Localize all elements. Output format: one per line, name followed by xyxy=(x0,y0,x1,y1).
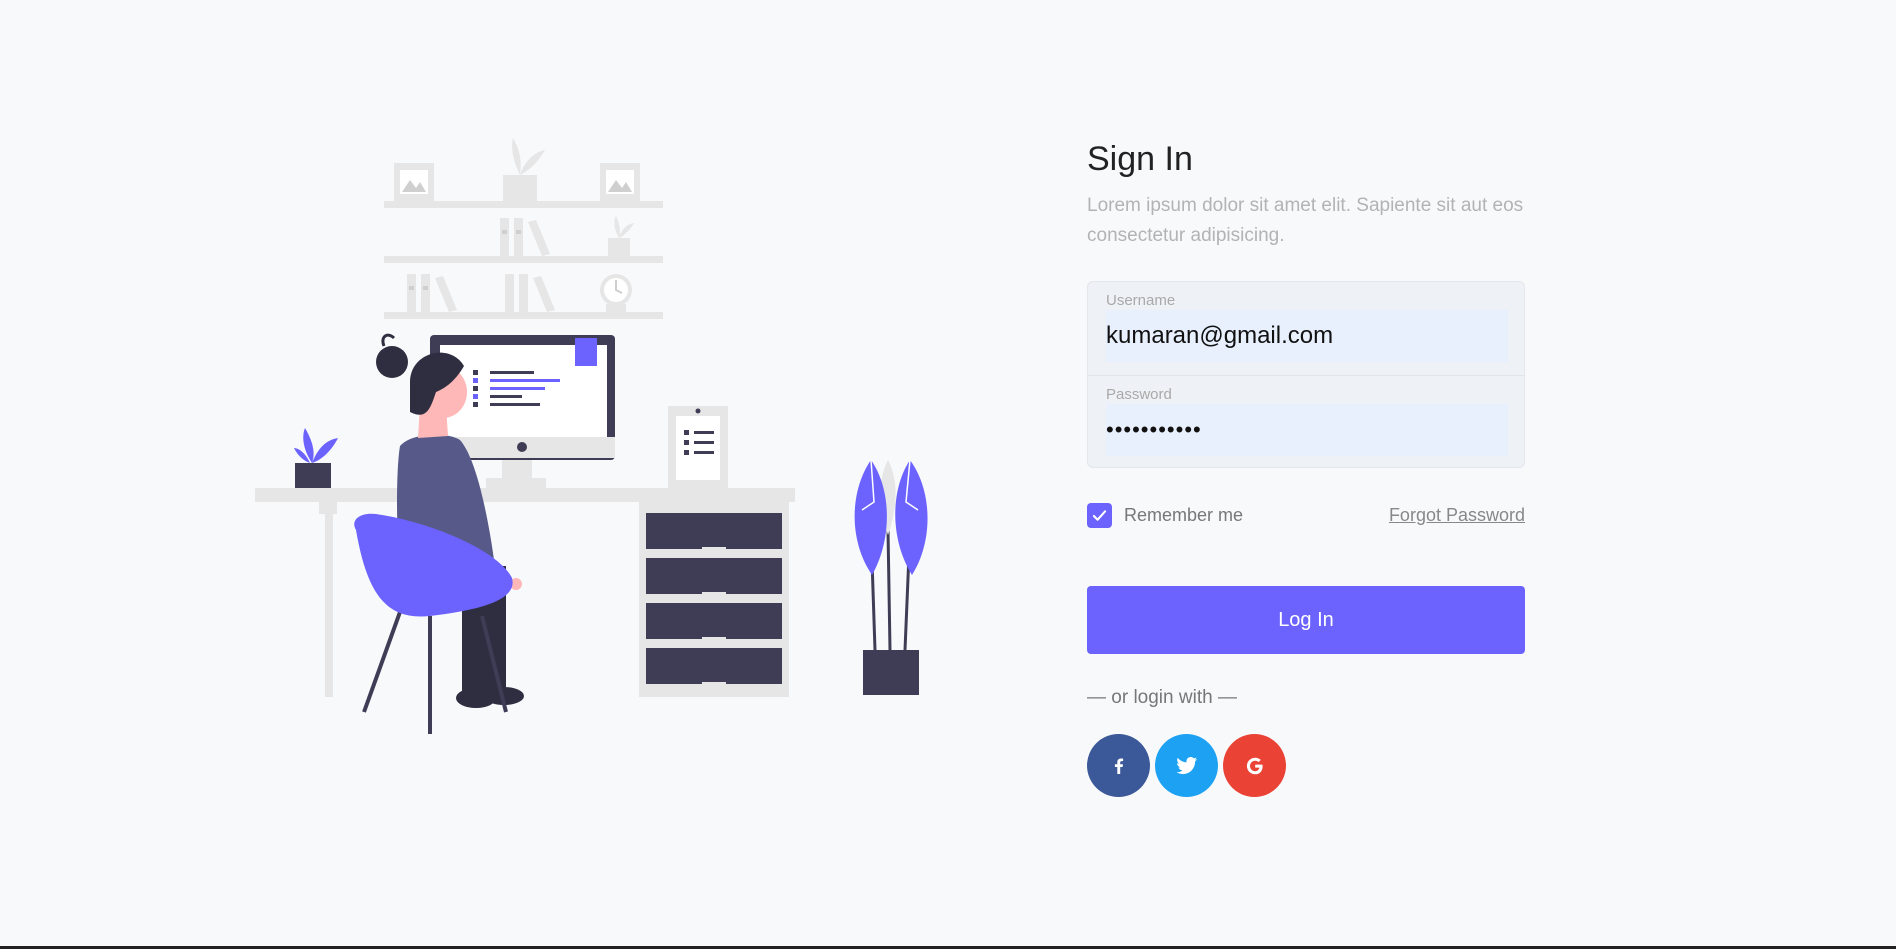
twitter-login-button[interactable] xyxy=(1155,734,1218,797)
page-subtitle: Lorem ipsum dolor sit amet elit. Sapient… xyxy=(1087,195,1524,246)
forgot-password-link[interactable]: Forgot Password xyxy=(1389,505,1525,526)
twitter-icon xyxy=(1175,756,1197,774)
social-divider-text: — or login with — xyxy=(1087,687,1237,708)
credentials-group: Username Password xyxy=(1087,281,1525,468)
password-label: Password xyxy=(1106,386,1172,403)
facebook-icon xyxy=(1114,758,1123,774)
password-input[interactable] xyxy=(1106,404,1508,456)
options-row: Remember me Forgot Password xyxy=(1087,502,1525,528)
workspace-illustration xyxy=(250,130,950,750)
check-icon xyxy=(1092,509,1107,521)
login-page: Sign In Lorem ipsum dolor sit amet elit.… xyxy=(0,0,1896,949)
facebook-login-button[interactable] xyxy=(1087,734,1150,797)
social-login-buttons xyxy=(1087,734,1525,797)
password-field: Password xyxy=(1088,375,1524,467)
google-icon xyxy=(1246,757,1263,774)
username-field: Username xyxy=(1088,282,1524,375)
login-button[interactable]: Log In xyxy=(1087,586,1525,654)
username-label: Username xyxy=(1106,292,1176,309)
page-title: Sign In xyxy=(1087,140,1193,178)
login-form: Sign In Lorem ipsum dolor sit amet elit.… xyxy=(1087,135,1525,797)
remember-me-control[interactable]: Remember me xyxy=(1087,502,1244,528)
google-login-button[interactable] xyxy=(1223,734,1286,797)
username-input[interactable] xyxy=(1106,310,1508,362)
remember-me-checkbox[interactable] xyxy=(1087,502,1112,528)
remember-me-label: Remember me xyxy=(1124,504,1244,525)
